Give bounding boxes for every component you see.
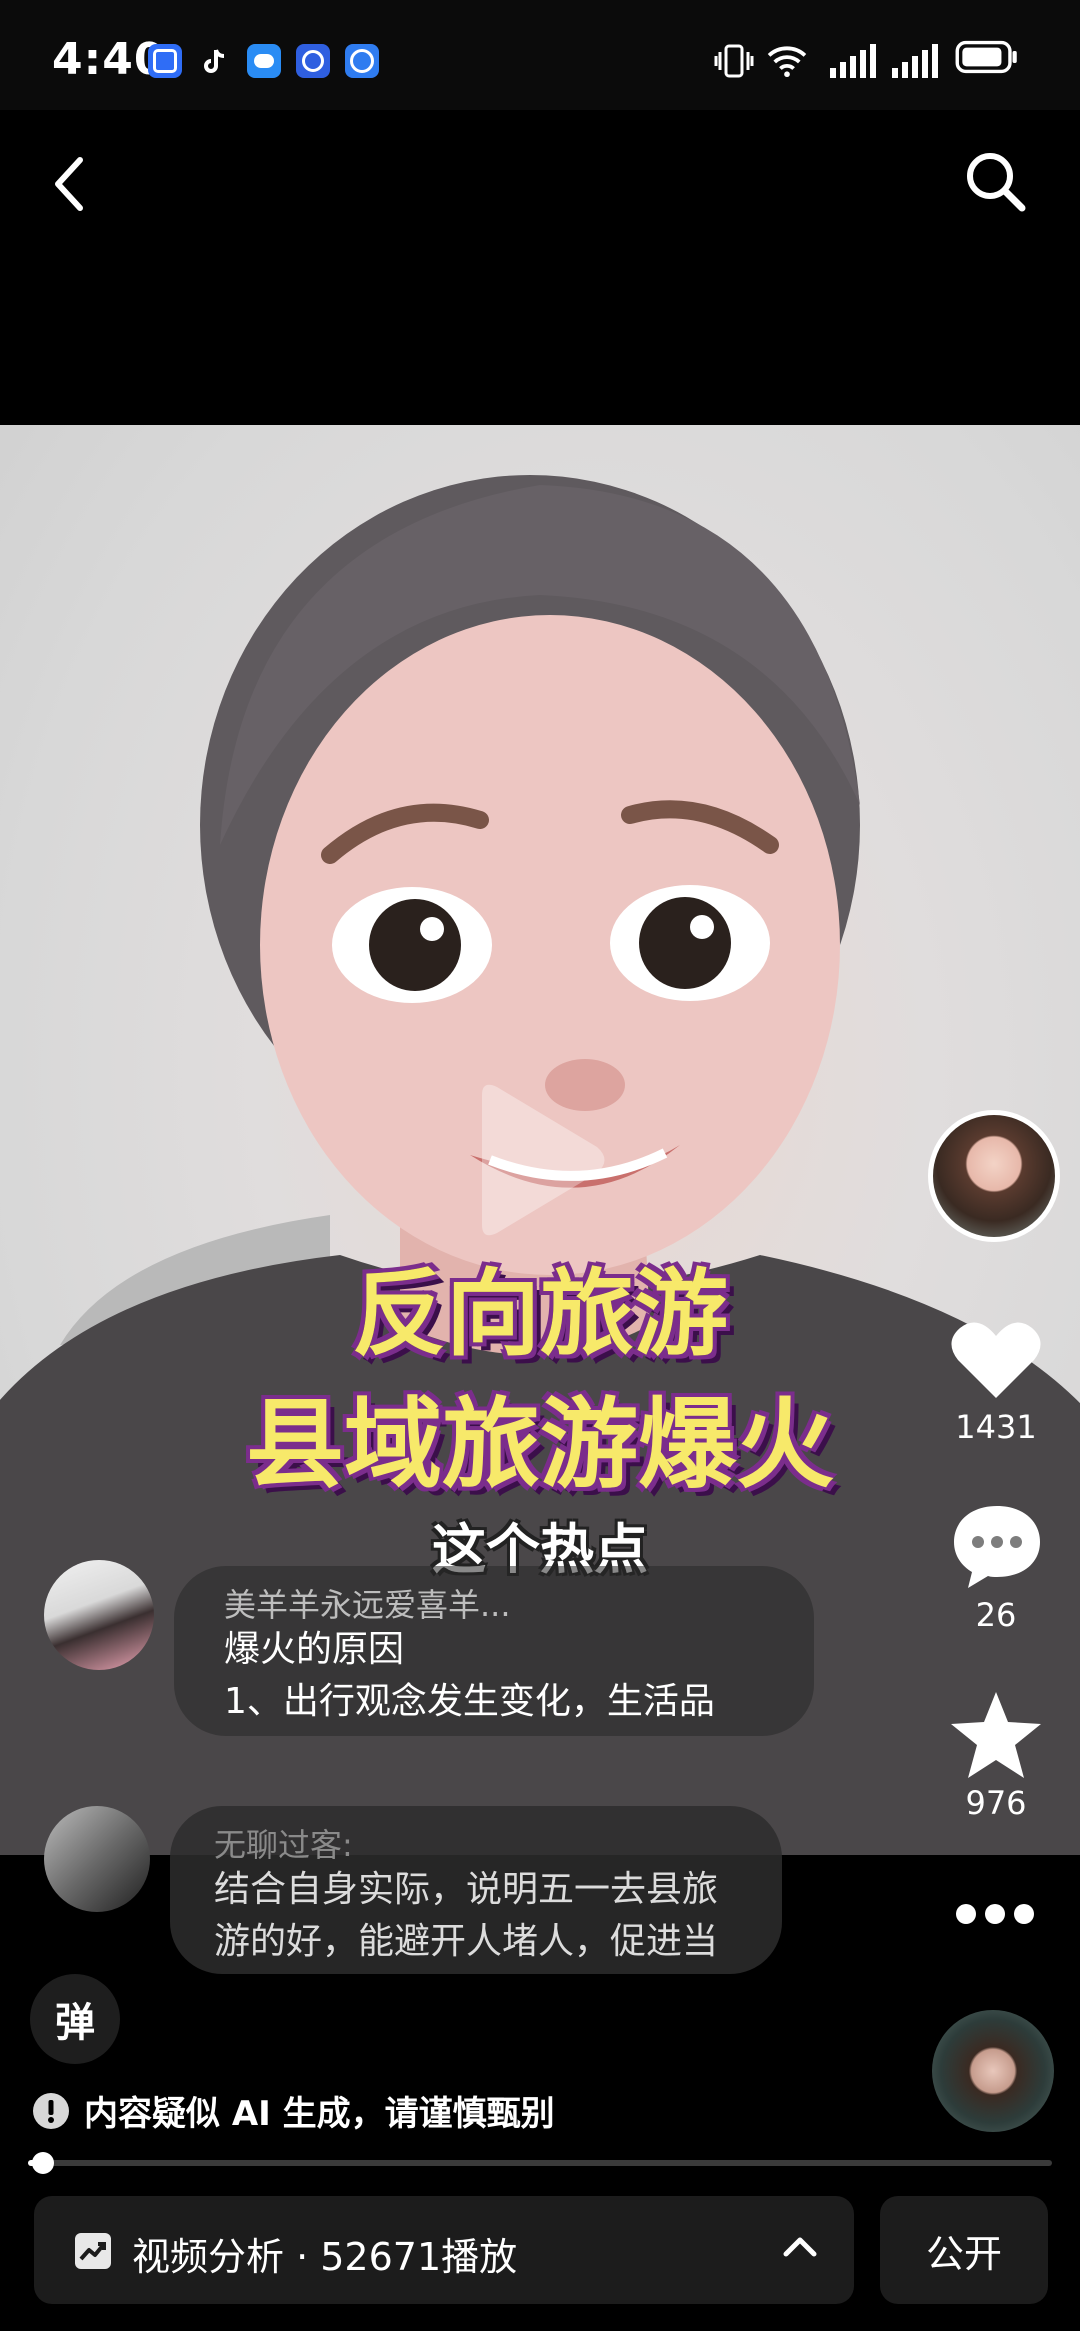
public-label: 公开 — [925, 2231, 1002, 2276]
ai-content-notice: 内容疑似 AI 生成，请谨慎甄别 — [32, 2086, 555, 2135]
status-bar: 4:40 — [0, 0, 1080, 110]
comment-bubble-1[interactable]: 美羊羊永远爱喜羊... 爆火的原因 1、出行观念发生变化，生活品 — [174, 1566, 814, 1736]
comment-bubble-2[interactable]: 无聊过客: 结合自身实际，说明五一去县旅 游的好，能避开人堵人，促进当 — [170, 1806, 782, 1974]
shield-app-icon — [296, 44, 330, 78]
tiktok-icon — [198, 44, 232, 78]
comment-button[interactable] — [950, 1500, 1044, 1590]
video-title-line-1: 反向旅游 — [351, 1260, 728, 1369]
battery-icon — [955, 40, 1017, 74]
comment-author-2: 无聊过客: — [214, 1826, 353, 1864]
favorite-button[interactable] — [948, 1690, 1044, 1780]
message-app-icon — [247, 44, 281, 78]
comment-text-1a: 爆火的原因 — [224, 1629, 405, 1670]
warning-icon — [33, 2092, 69, 2129]
commenter-avatar-1[interactable] — [44, 1560, 154, 1670]
danmaku-icon: 弹 — [55, 2000, 95, 2046]
chevron-up-icon[interactable] — [782, 2234, 818, 2258]
favorite-count: 976 — [965, 1784, 1027, 1822]
music-disc[interactable] — [932, 2010, 1054, 2132]
comment-text-1b: 1、出行观念发生变化，生活品 — [224, 1681, 715, 1722]
like-button[interactable] — [950, 1318, 1042, 1402]
video-analysis-label: 视频分析 · 52671播放 — [132, 2235, 518, 2279]
creator-avatar[interactable] — [928, 1110, 1060, 1242]
more-options-button[interactable] — [954, 1902, 1036, 1926]
comment-text-2b: 游的好，能避开人堵人，促进当 — [214, 1921, 719, 1962]
progress-track[interactable] — [28, 2160, 1052, 2166]
trending-chart-icon — [75, 2233, 111, 2269]
vibrate-icon — [714, 44, 754, 78]
browser-app-icon — [345, 44, 379, 78]
danmaku-toggle-button[interactable]: 弹 — [30, 1974, 120, 2064]
video-analysis-bar[interactable]: 视频分析 · 52671播放 — [34, 2196, 854, 2304]
wifi-icon — [767, 46, 807, 78]
video-title-line-2: 县域旅游爆火 — [245, 1388, 834, 1502]
signal-icon-1 — [830, 44, 876, 78]
comment-text-2a: 结合自身实际，说明五一去县旅 — [214, 1869, 719, 1910]
top-header — [0, 110, 1080, 425]
back-button[interactable] — [50, 154, 90, 214]
progress-handle[interactable] — [32, 2152, 54, 2174]
signal-icon-2 — [892, 44, 938, 78]
play-icon[interactable] — [462, 1075, 612, 1245]
commenter-avatar-2[interactable] — [44, 1806, 150, 1912]
public-button[interactable]: 公开 — [880, 2196, 1048, 2304]
ai-notice-text: 内容疑似 AI 生成，请谨慎甄别 — [84, 2094, 555, 2134]
comment-count: 26 — [975, 1596, 1017, 1634]
search-button[interactable] — [962, 148, 1028, 214]
like-count: 1431 — [955, 1408, 1037, 1446]
app-notification-icon — [148, 44, 182, 78]
comment-author-1: 美羊羊永远爱喜羊... — [224, 1586, 511, 1624]
